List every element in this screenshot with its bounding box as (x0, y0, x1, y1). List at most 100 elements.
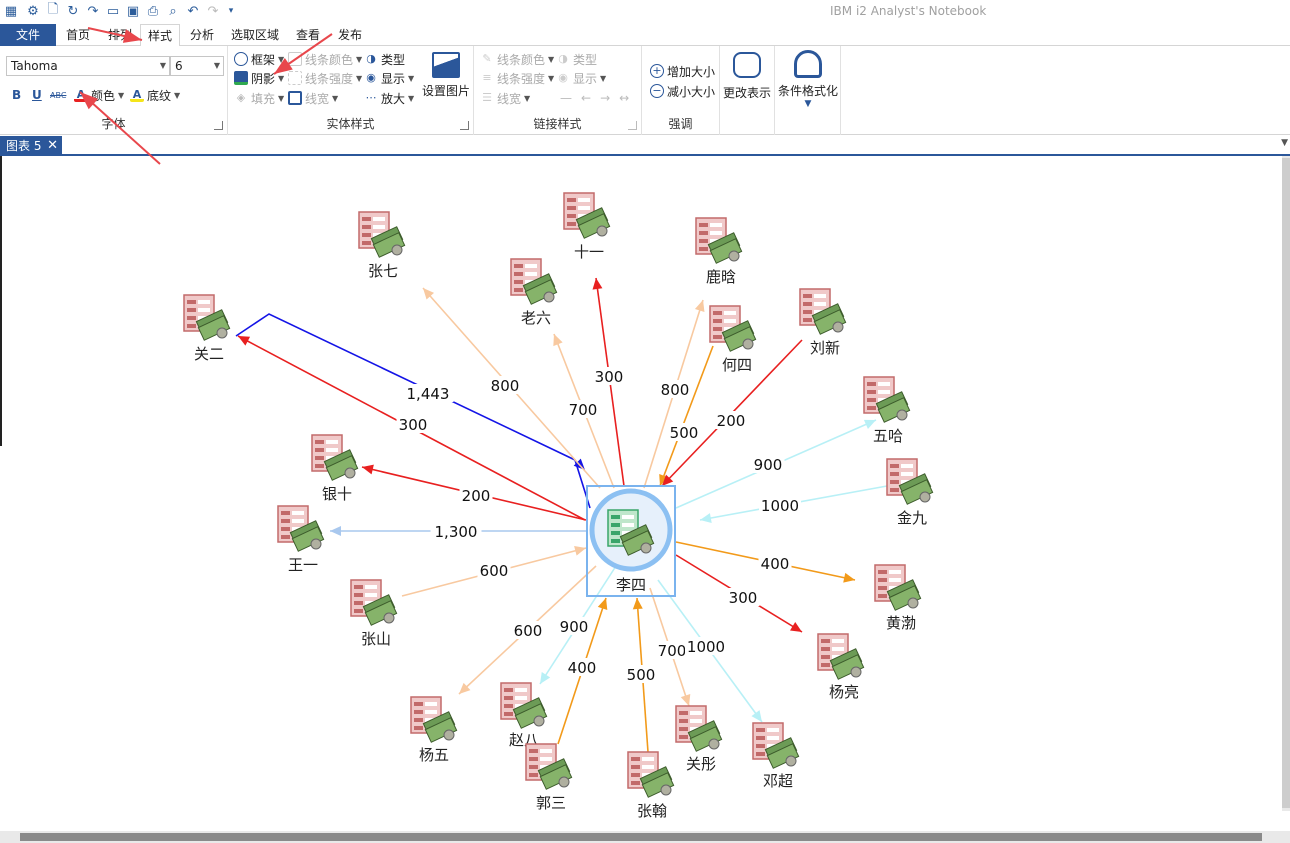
arrow-direction-buttons[interactable]: — ← → ↔ (560, 89, 635, 107)
print-icon[interactable]: ⎙ (145, 3, 161, 19)
line-width-icon (288, 91, 302, 105)
conditional-format-icon (794, 50, 822, 78)
redo-icon[interactable]: ↷ (205, 3, 221, 19)
horizontal-scrollbar[interactable] (0, 831, 1290, 843)
type-icon: ◑ (558, 52, 568, 65)
picture-icon (432, 52, 460, 78)
entity-line-strength-button[interactable]: 线条强度 ▼ (288, 69, 362, 87)
entity-line-color-label: 线条颜色 (305, 52, 354, 67)
arrow-right-icon[interactable]: → (600, 91, 616, 105)
link-type-label: 类型 (573, 52, 598, 67)
change-representation-label: 更改表示 (722, 86, 771, 100)
link-line-color-button[interactable]: ✎ 线条颜色 ▼ (480, 50, 554, 68)
chevron-down-icon: ▼ (159, 61, 166, 70)
new-document-icon[interactable]: 🗋 (45, 2, 61, 19)
chevron-down-icon: ▼ (356, 73, 363, 83)
shading-label: 底纹 (147, 88, 172, 103)
entity-style-group: 框架 ▼ 阴影 ▼ ◈ 填充 ▼ 线条颜色 ▼ 线条强度 ▼ 线宽 ▼ ◑ 类型… (228, 46, 474, 135)
chevron-down-icon: ▼ (174, 90, 181, 100)
ribbon: Tahoma ▼ 6 ▼ B U ABC A 颜色 ▼ A 底纹 ▼ 字体 框架… (0, 46, 1290, 135)
chevron-down-icon: ▼ (408, 73, 415, 83)
link-line-width-button[interactable]: ☰ 线宽 ▼ (480, 89, 530, 107)
save-icon[interactable]: ▣ (125, 3, 141, 19)
link-show-button[interactable]: ◉ 显示 ▼ (556, 69, 606, 87)
search-icon[interactable]: ⌕ (165, 3, 181, 19)
close-icon[interactable]: ✕ (47, 136, 58, 156)
tab-file[interactable]: 文件 (0, 24, 56, 46)
conditional-format-button[interactable]: 条件格式化 ▼ (775, 50, 841, 109)
link-type-button[interactable]: ◑ 类型 (556, 50, 597, 68)
dialog-launcher-icon[interactable] (628, 121, 637, 130)
font-size-combo[interactable]: 6 ▼ (170, 56, 224, 76)
tab-home[interactable]: 首页 (58, 24, 98, 46)
frame-icon (234, 52, 248, 66)
document-tab-bar: 图表 5 ✕ ▼ (0, 136, 1290, 156)
chart-canvas[interactable] (0, 156, 1290, 843)
tab-chart-5[interactable]: 图表 5 ✕ (0, 136, 62, 156)
frame-button[interactable]: 框架 ▼ (234, 50, 284, 68)
tab-select[interactable]: 选取区域 (224, 24, 286, 46)
decrease-size-button[interactable]: − 减小大小 (650, 82, 715, 100)
entity-line-color-button[interactable]: 线条颜色 ▼ (288, 50, 362, 68)
font-color-button[interactable]: A 颜色 ▼ (74, 86, 124, 104)
tab-analyze[interactable]: 分析 (182, 24, 222, 46)
arrow-left-icon[interactable]: ← (581, 91, 597, 105)
set-picture-button[interactable]: 设置图片 (420, 52, 472, 99)
chevron-down-icon: ▼ (278, 73, 285, 83)
undo-icon[interactable]: ↶ (185, 3, 201, 19)
dialog-launcher-icon[interactable] (214, 121, 223, 130)
increase-size-button[interactable]: + 增加大小 (650, 62, 715, 80)
refresh-icon[interactable]: ↻ (65, 3, 81, 19)
chevron-down-icon[interactable]: ▼ (1281, 138, 1288, 148)
fill-label: 填充 (251, 91, 276, 106)
change-representation-button[interactable]: 更改表示 (720, 52, 774, 101)
chevron-down-icon: ▼ (278, 93, 285, 103)
shading-button[interactable]: A 底纹 ▼ (130, 86, 180, 104)
link-line-color-label: 线条颜色 (497, 52, 546, 67)
app-grid-icon[interactable]: ▦ (3, 3, 19, 19)
settings-gear-icon[interactable]: ⚙ (25, 3, 41, 19)
link-style-group: ✎ 线条颜色 ▼ ≡ 线条强度 ▼ ☰ 线宽 ▼ ◑ 类型 ◉ 显示 ▼ — ←… (474, 46, 642, 135)
decrease-size-label: 减小大小 (667, 84, 716, 99)
strikethrough-button[interactable]: ABC (50, 86, 66, 104)
line-color-icon (288, 52, 302, 66)
chevron-down-icon: ▼ (548, 54, 555, 64)
entity-show-button[interactable]: ◉ 显示 ▼ (364, 69, 414, 87)
increase-size-label: 增加大小 (667, 64, 716, 79)
entity-enlarge-label: 放大 (381, 91, 406, 106)
link-line-strength-button[interactable]: ≡ 线条强度 ▼ (480, 69, 554, 87)
redo-chart-icon[interactable]: ↷ (85, 3, 101, 19)
chevron-down-icon: ▼ (213, 61, 220, 70)
tab-style[interactable]: 样式 (140, 24, 180, 47)
enlarge-icon: ⋯ (365, 91, 377, 104)
entity-type-button[interactable]: ◑ 类型 (364, 50, 405, 68)
vertical-scrollbar-thumb[interactable] (1282, 158, 1290, 808)
emphasis-group-label: 强调 (668, 117, 693, 131)
bold-button[interactable]: B (12, 86, 21, 104)
app-window: ▦ ⚙ 🗋 ↻ ↷ ▭ ▣ ⎙ ⌕ ↶ ↷ ▾ IBM i2 Analyst's… (0, 0, 1290, 843)
document-tab-label: 图表 5 (6, 139, 42, 153)
customize-toolbar-icon[interactable]: ▾ (223, 3, 239, 19)
horizontal-scrollbar-thumb[interactable] (20, 833, 1262, 841)
tab-arrange[interactable]: 排列 (100, 24, 140, 46)
fill-button[interactable]: ◈ 填充 ▼ (234, 89, 284, 107)
conditional-format-label: 条件格式化 (777, 84, 838, 98)
no-arrow-icon[interactable]: — (560, 91, 578, 105)
eye-icon: ◉ (558, 71, 568, 84)
pen-icon: ✎ (482, 52, 492, 65)
tab-view[interactable]: 查看 (288, 24, 328, 46)
window-title: IBM i2 Analyst's Notebook (830, 4, 987, 18)
dialog-launcher-icon[interactable] (460, 121, 469, 130)
chevron-down-icon: ▼ (278, 54, 285, 64)
entity-line-width-button[interactable]: 线宽 ▼ (288, 89, 338, 107)
arrow-both-icon[interactable]: ↔ (619, 91, 635, 105)
shadow-button[interactable]: 阴影 ▼ (234, 69, 284, 87)
entity-enlarge-button[interactable]: ⋯ 放大 ▼ (364, 89, 415, 107)
tab-publish[interactable]: 发布 (330, 24, 370, 46)
chevron-down-icon: ▼ (332, 93, 339, 103)
open-folder-icon[interactable]: ▭ (105, 3, 121, 19)
conditional-format-group: 条件格式化 ▼ (775, 46, 841, 135)
entity-line-width-label: 线宽 (305, 91, 330, 106)
underline-button[interactable]: U (32, 86, 42, 104)
font-name-combo[interactable]: Tahoma ▼ (6, 56, 170, 76)
